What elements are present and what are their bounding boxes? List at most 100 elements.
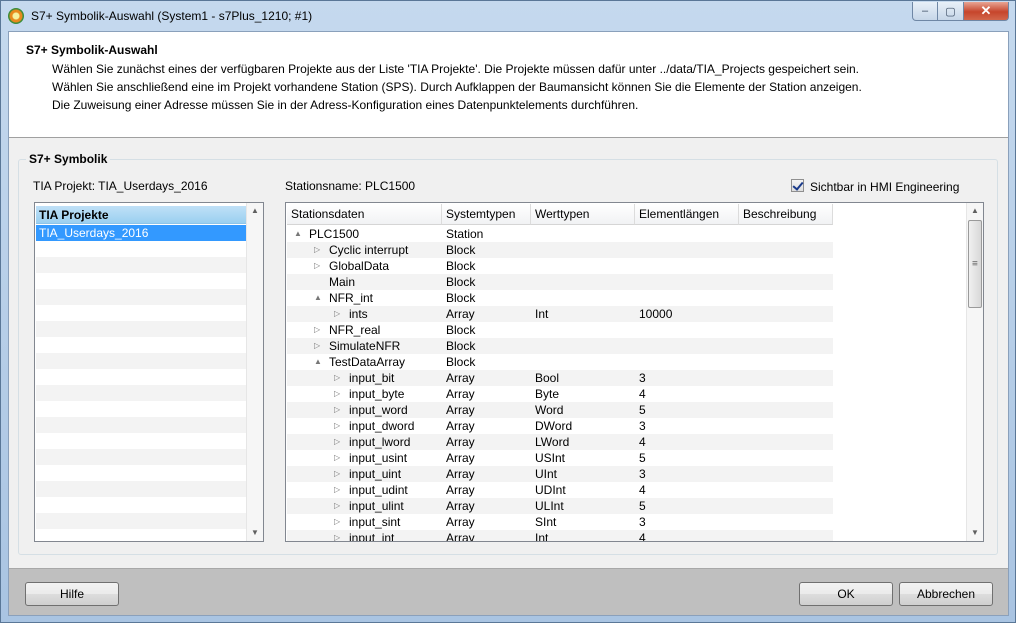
expand-arrow-icon[interactable]: ▷ <box>334 530 340 541</box>
tree-row[interactable]: ▷ input_bit Array Bool 3 <box>287 370 833 386</box>
tree-cell-systemtyp: Array <box>446 499 475 513</box>
help-button[interactable]: Hilfe <box>25 582 119 606</box>
expand-arrow-icon[interactable]: ▷ <box>314 338 320 354</box>
station-tree-grid[interactable]: Stationsdaten Systemtypen Werttypen Elem… <box>285 202 984 542</box>
list-item-tia-userdays[interactable]: TIA_Userdays_2016 <box>36 225 247 241</box>
tree-row[interactable]: ▷ GlobalData Block <box>287 258 833 274</box>
expand-arrow-icon[interactable]: ▷ <box>334 434 340 450</box>
station-name-label: Stationsname: PLC1500 <box>285 179 416 193</box>
tree-scrollbar[interactable]: ▲ ▼ <box>966 203 983 541</box>
tree-cell-systemtyp: Array <box>446 403 475 417</box>
tree-cell-systemtyp: Array <box>446 371 475 385</box>
tree-cell-systemtyp: Block <box>446 355 476 369</box>
tree-cell-werttyp: LWord <box>535 435 570 449</box>
tree-cell-name: TestDataArray <box>329 355 406 369</box>
hmi-visible-checkbox[interactable] <box>791 179 804 192</box>
column-header-werttypen[interactable]: Werttypen <box>531 204 635 225</box>
tree-row[interactable]: ▲ NFR_int Block <box>287 290 833 306</box>
collapse-arrow-icon[interactable]: ▲ <box>294 226 302 242</box>
scroll-up-arrow-icon[interactable]: ▲ <box>967 203 983 219</box>
tree-cell-systemtyp: Array <box>446 467 475 481</box>
dialog-client: S7+ Symbolik-Auswahl Wählen Sie zunächst… <box>8 31 1009 616</box>
tree-cell-name: Cyclic interrupt <box>329 243 409 257</box>
tree-row[interactable]: ▷ Cyclic interrupt Block <box>287 242 833 258</box>
expand-arrow-icon[interactable]: ▷ <box>334 466 340 482</box>
tree-cell-name: input_uint <box>349 467 402 481</box>
tree-cell-elementlaenge: 10000 <box>639 307 673 321</box>
tree-cell-elementlaenge: 5 <box>639 451 646 465</box>
tree-cell-werttyp: ULInt <box>535 499 564 513</box>
tree-cell-name: GlobalData <box>329 259 390 273</box>
expand-arrow-icon[interactable]: ▷ <box>334 498 340 514</box>
expand-arrow-icon[interactable]: ▷ <box>334 418 340 434</box>
tree-cell-systemtyp: Array <box>446 531 475 542</box>
tree-row[interactable]: ▷ ints Array Int 10000 <box>287 306 833 322</box>
tree-cell-name: NFR_real <box>329 323 381 337</box>
cancel-button[interactable]: Abbrechen <box>899 582 993 606</box>
tree-cell-systemtyp: Station <box>446 227 484 241</box>
expand-arrow-icon[interactable]: ▷ <box>334 402 340 418</box>
scroll-thumb[interactable] <box>968 220 982 308</box>
tree-row[interactable]: ▷ input_usint Array USInt 5 <box>287 450 833 466</box>
minimize-icon: – <box>921 5 929 17</box>
tree-cell-systemtyp: Array <box>446 435 475 449</box>
tree-row[interactable]: ▷ input_ulint Array ULInt 5 <box>287 498 833 514</box>
tree-cell-name: Main <box>329 275 356 289</box>
tree-row[interactable]: ▷ input_uint Array UInt 3 <box>287 466 833 482</box>
expand-arrow-icon[interactable]: ▷ <box>314 322 320 338</box>
column-header-beschreibung[interactable]: Beschreibung <box>739 204 833 225</box>
expand-arrow-icon[interactable]: ▷ <box>334 482 340 498</box>
tree-cell-systemtyp: Block <box>446 339 476 353</box>
maximize-button[interactable]: ▢ <box>938 2 964 21</box>
tree-cell-werttyp: UInt <box>535 467 558 481</box>
tree-row[interactable]: ▷ input_byte Array Byte 4 <box>287 386 833 402</box>
column-header-systemtypen[interactable]: Systemtypen <box>442 204 531 225</box>
tree-cell-werttyp: USInt <box>535 451 566 465</box>
tree-cell-elementlaenge: 3 <box>639 467 646 481</box>
tree-row[interactable]: ▷ SimulateNFR Block <box>287 338 833 354</box>
tree-row[interactable]: ▷ input_int Array Int 4 <box>287 530 833 542</box>
scroll-up-arrow-icon[interactable]: ▲ <box>247 203 263 219</box>
minimize-button[interactable]: – <box>912 2 938 21</box>
collapse-arrow-icon[interactable]: ▲ <box>314 354 322 370</box>
scroll-down-arrow-icon[interactable]: ▼ <box>967 525 983 541</box>
tree-cell-name: input_ulint <box>349 499 404 513</box>
expand-arrow-icon[interactable]: ▷ <box>334 386 340 402</box>
tree-row[interactable]: ▷ input_word Array Word 5 <box>287 402 833 418</box>
hmi-visible-label[interactable]: Sichtbar in HMI Engineering <box>810 180 959 194</box>
tree-row[interactable]: ▷ input_dword Array DWord 3 <box>287 418 833 434</box>
title-bar[interactable]: S7+ Symbolik-Auswahl (System1 - s7Plus_1… <box>1 1 1015 31</box>
collapse-arrow-icon[interactable]: ▲ <box>314 290 322 306</box>
tia-projects-list[interactable]: TIA Projekte TIA_Userdays_2016 ▲ ▼ <box>34 202 264 542</box>
tree-row[interactable]: ▷ input_udint Array UDInt 4 <box>287 482 833 498</box>
expand-arrow-icon[interactable]: ▷ <box>314 258 320 274</box>
expand-arrow-icon[interactable]: ▷ <box>314 242 320 258</box>
expand-arrow-icon[interactable]: ▷ <box>334 370 340 386</box>
tree-row[interactable]: ▲ PLC1500 Station <box>287 226 833 242</box>
ok-button[interactable]: OK <box>799 582 893 606</box>
app-icon <box>8 8 24 24</box>
tree-row[interactable]: ▷ NFR_real Block <box>287 322 833 338</box>
tree-cell-name: ints <box>349 307 368 321</box>
tree-row[interactable]: Main Block <box>287 274 833 290</box>
window-controls: – ▢ ✕ <box>912 2 1009 21</box>
expand-arrow-icon[interactable]: ▷ <box>334 306 340 322</box>
tree-row[interactable]: ▷ input_lword Array LWord 4 <box>287 434 833 450</box>
header-line-2: Wählen Sie anschließend eine im Projekt … <box>52 80 862 94</box>
close-button[interactable]: ✕ <box>964 2 1009 21</box>
tree-row[interactable]: ▷ input_sint Array SInt 3 <box>287 514 833 530</box>
projects-scrollbar[interactable]: ▲ ▼ <box>246 203 263 541</box>
header-line-3: Die Zuweisung einer Adresse müssen Sie i… <box>52 98 639 112</box>
tree-cell-werttyp: Word <box>535 403 564 417</box>
tree-row[interactable]: ▲ TestDataArray Block <box>287 354 833 370</box>
scroll-down-arrow-icon[interactable]: ▼ <box>247 525 263 541</box>
tree-cell-name: input_dword <box>349 419 415 433</box>
tree-cell-werttyp: Int <box>535 531 549 542</box>
tree-cell-elementlaenge: 4 <box>639 483 646 497</box>
tree-cell-systemtyp: Block <box>446 323 476 337</box>
tree-cell-systemtyp: Array <box>446 451 475 465</box>
expand-arrow-icon[interactable]: ▷ <box>334 450 340 466</box>
column-header-stationsdaten[interactable]: Stationsdaten <box>287 204 442 225</box>
column-header-elementlaengen[interactable]: Elementlängen <box>635 204 739 225</box>
expand-arrow-icon[interactable]: ▷ <box>334 514 340 530</box>
